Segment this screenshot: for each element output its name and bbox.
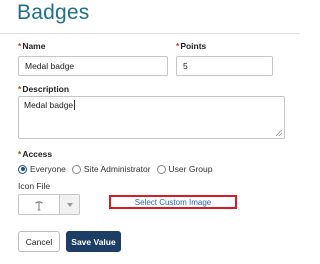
icon-file-picker[interactable] bbox=[18, 194, 80, 215]
cancel-button[interactable]: Cancel bbox=[18, 231, 60, 252]
icon-file-label: Icon File bbox=[18, 181, 51, 191]
radio-selected-icon[interactable] bbox=[18, 164, 27, 174]
access-option-everyone[interactable]: Everyone bbox=[18, 164, 66, 174]
access-option-label: Site Administrator bbox=[83, 164, 151, 174]
select-custom-image-link[interactable]: Select Custom Image bbox=[109, 195, 237, 209]
icon-preview bbox=[19, 195, 60, 214]
pin-icon bbox=[35, 200, 43, 210]
access-option-user-group[interactable]: User Group bbox=[156, 164, 213, 174]
resize-grip-icon[interactable] bbox=[276, 130, 282, 136]
save-value-button[interactable]: Save Value bbox=[66, 231, 121, 252]
description-value: Medal badge bbox=[24, 100, 74, 110]
name-input[interactable]: Medal badge bbox=[18, 56, 168, 76]
name-label: *Name bbox=[18, 41, 45, 51]
name-input-value: Medal badge bbox=[25, 61, 75, 71]
title-divider bbox=[0, 33, 300, 34]
required-marker: * bbox=[18, 41, 22, 51]
required-marker: * bbox=[176, 41, 180, 51]
access-option-label: User Group bbox=[168, 164, 213, 174]
icon-dropdown-toggle[interactable] bbox=[60, 195, 79, 214]
caret-down-icon bbox=[66, 202, 73, 207]
page-title: Badges bbox=[17, 1, 90, 24]
required-marker: * bbox=[18, 149, 22, 159]
access-label: *Access bbox=[18, 149, 52, 159]
text-cursor bbox=[74, 100, 76, 110]
access-label-text: Access bbox=[22, 149, 53, 159]
points-label: *Points bbox=[176, 41, 206, 51]
description-label-text: Description bbox=[22, 84, 70, 94]
access-option-label: Everyone bbox=[30, 164, 66, 174]
radio-icon[interactable] bbox=[156, 164, 166, 174]
required-marker: * bbox=[18, 84, 22, 94]
name-label-text: Name bbox=[22, 41, 46, 51]
description-textarea[interactable]: Medal badge bbox=[18, 96, 285, 139]
description-label: *Description bbox=[18, 84, 69, 94]
points-label-text: Points bbox=[180, 41, 207, 51]
points-input[interactable]: 5 bbox=[176, 56, 273, 76]
access-radio-group: Everyone Site Administrator User Group bbox=[18, 164, 218, 174]
radio-icon[interactable] bbox=[71, 164, 81, 174]
access-option-site-administrator[interactable]: Site Administrator bbox=[71, 164, 151, 174]
points-input-value: 5 bbox=[183, 61, 188, 71]
